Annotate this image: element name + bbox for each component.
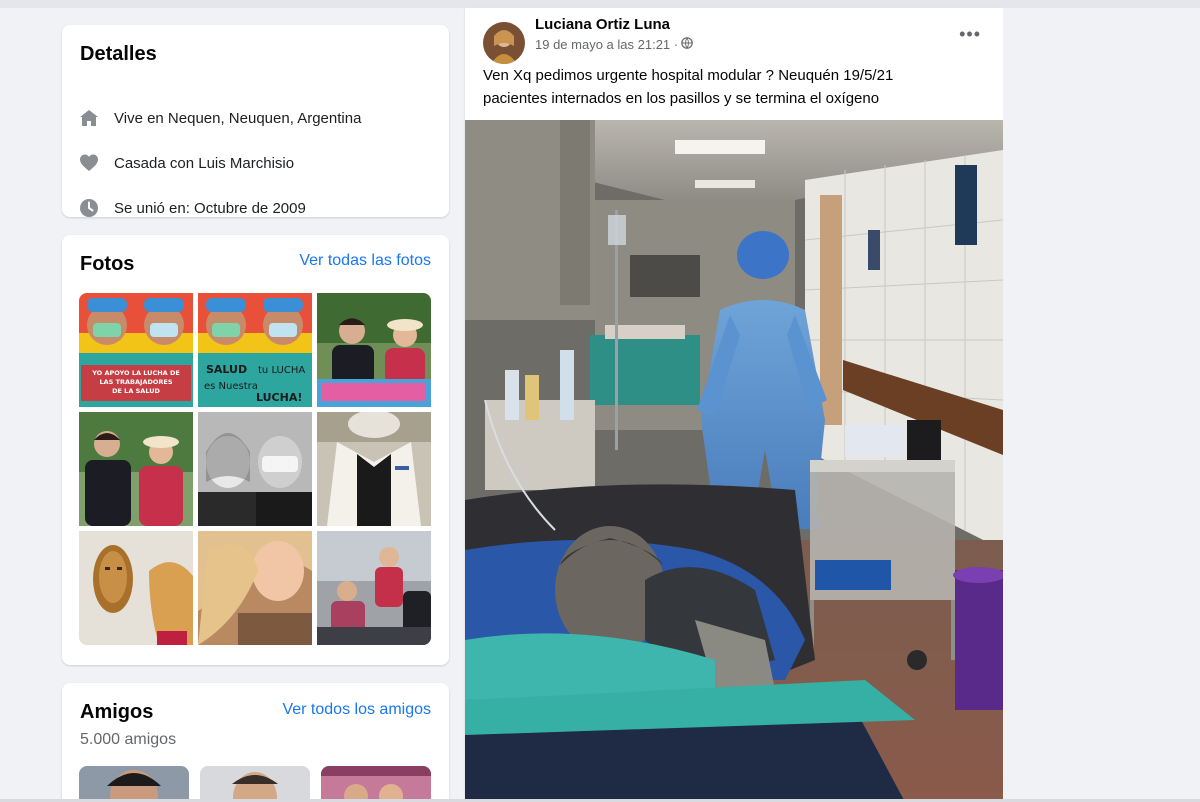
detail-relationship-text: Casada con Luis Marchisio [114,154,295,172]
details-title: Detalles [80,43,157,65]
photo-thumbnail[interactable]: YO APOYO LA LUCHA DE LAS TRABAJADORES DE… [79,293,193,407]
photo-thumbnail[interactable] [198,531,312,645]
detail-relationship: Casada con Luis Marchisio [78,152,294,174]
photo-thumbnail[interactable] [317,293,431,407]
friend-thumbnails [79,766,431,802]
photo-thumbnail[interactable] [317,412,431,526]
post-text: Ven Xq pedimos urgente hospital modular … [483,64,983,110]
friend-thumbnail[interactable] [79,766,189,802]
friend-thumbnail[interactable] [200,766,310,802]
svg-text:YO APOYO LA LUCHA DE: YO APOYO LA LUCHA DE [91,369,180,377]
friends-count: 5.000 amigos [80,731,177,748]
post-date[interactable]: 19 de mayo a las 21:21 · [535,37,678,52]
photos-title: Fotos [80,253,135,275]
post-text-line-1: Ven Xq pedimos urgente hospital modular … [483,67,894,84]
svg-text:tu LUCHA: tu LUCHA [258,365,305,376]
right-empty-area [1003,8,1200,802]
svg-text:es Nuestra: es Nuestra [204,381,258,392]
friends-title: Amigos [80,701,154,723]
photo-thumbnail[interactable] [317,531,431,645]
post-author-name[interactable]: Luciana Ortiz Luna [535,16,670,33]
heart-icon [78,152,100,174]
photo-thumbnail[interactable] [198,412,312,526]
post-photo[interactable] [465,120,1003,802]
clock-icon [78,197,100,219]
svg-text:SALUD: SALUD [206,363,247,376]
detail-lives-text: Vive en Nequen, Neuquen, Argentina [114,109,362,127]
top-border [0,0,1200,8]
svg-text:DE LA SALUD: DE LA SALUD [112,387,160,395]
photo-grid: YO APOYO LA LUCHA DE LAS TRABAJADORES DE… [79,293,431,645]
globe-icon [681,37,693,52]
post-meta: 19 de mayo a las 21:21 · [535,37,693,52]
see-all-friends-link[interactable]: Ver todos los amigos [282,701,431,719]
more-options-button[interactable]: ••• [959,24,981,45]
photos-card: Fotos Ver todas las fotos YO APOYO LA LU… [62,235,449,665]
friend-thumbnail[interactable] [321,766,431,802]
post-text-line-2: pacientes internados en los pasillos y s… [483,90,880,107]
svg-text:LAS TRABAJADORES: LAS TRABAJADORES [99,378,172,386]
author-avatar[interactable] [483,22,525,64]
detail-joined: Se unió en: Octubre de 2009 [78,197,306,219]
detail-lives: Vive en Nequen, Neuquen, Argentina [78,107,361,129]
svg-text:LUCHA!: LUCHA! [256,391,302,404]
photo-thumbnail[interactable]: SALUD tu LUCHA es Nuestra LUCHA! [198,293,312,407]
photo-thumbnail[interactable] [79,531,193,645]
photo-thumbnail[interactable] [79,412,193,526]
home-icon [78,107,100,129]
details-card: Detalles Vive en Nequen, Neuquen, Argent… [62,25,449,217]
post-card: Luciana Ortiz Luna 19 de mayo a las 21:2… [465,8,1003,802]
detail-joined-text: Se unió en: Octubre de 2009 [114,199,306,217]
friends-card: Amigos Ver todos los amigos 5.000 amigos [62,683,449,802]
see-all-photos-link[interactable]: Ver todas las fotos [299,252,431,270]
